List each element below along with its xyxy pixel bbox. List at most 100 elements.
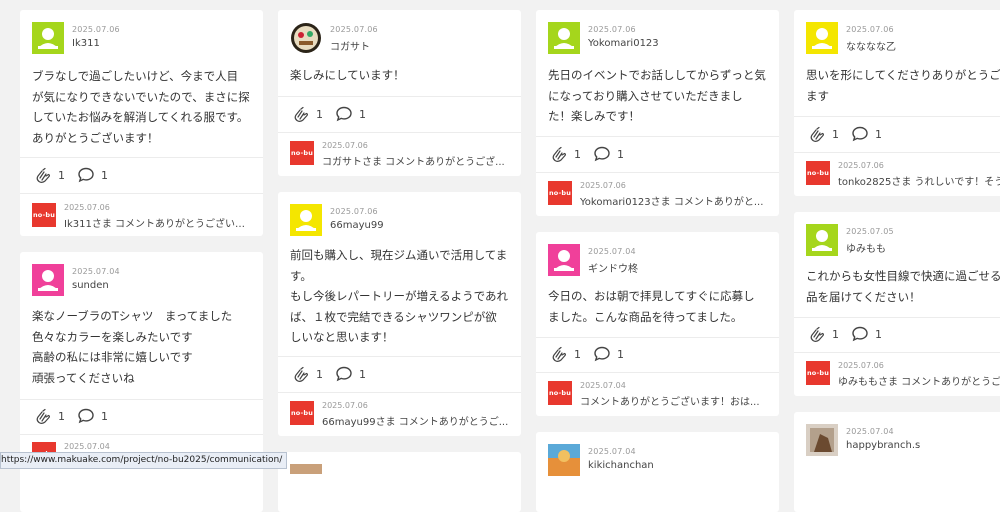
clap-count: 1 <box>832 327 839 341</box>
avatar[interactable] <box>32 264 64 296</box>
user-name[interactable]: sunden <box>72 280 109 291</box>
clap-icon[interactable] <box>292 365 310 383</box>
reply[interactable]: no-bu 2025.07.06 tonko2825さま うれしいです！そう <box>806 161 1000 188</box>
comment-card: 2025.07.04 kikichanchan <box>536 432 779 512</box>
no-bu-logo: no-bu <box>290 401 314 425</box>
clap-count: 1 <box>58 409 65 423</box>
comment-count: 1 <box>617 147 624 161</box>
comment-date: 2025.07.06 <box>588 25 636 34</box>
reply[interactable]: no-bu 2025.07.04 コメントありがとうございます！おは... <box>548 381 767 408</box>
comment-date: 2025.07.04 <box>846 427 894 436</box>
clap-icon[interactable] <box>808 125 826 143</box>
comment-text: 先日のイベントでお話ししてからずっと気 になっており購入させていただきまし た！楽し… <box>548 68 766 123</box>
reply-date: 2025.07.04 <box>64 442 110 451</box>
avatar[interactable] <box>548 444 580 476</box>
user-name[interactable]: コガサト <box>330 38 370 53</box>
user-name[interactable]: ゆみもも <box>846 240 886 255</box>
user-name[interactable]: なななな乙 <box>846 38 896 53</box>
speech-bubble-icon[interactable] <box>335 365 353 383</box>
comment-date: 2025.07.04 <box>588 447 636 456</box>
no-bu-logo: no-bu <box>32 203 56 227</box>
comment-date: 2025.07.06 <box>72 25 120 34</box>
reply[interactable]: no-bu 2025.07.06 Yokomari0123さま コメントありがと… <box>548 181 767 208</box>
avatar[interactable] <box>806 22 838 54</box>
reaction-bar: 1 1 <box>808 124 894 144</box>
speech-bubble-icon[interactable] <box>851 325 869 343</box>
clap-icon[interactable] <box>34 166 52 184</box>
comment-date: 2025.07.06 <box>330 25 378 34</box>
reply-text: コメントありがとうございます！おは... <box>580 397 760 408</box>
reply[interactable]: no-bu 2025.07.06 Ik311さま コメントありがとうございま..… <box>32 203 251 230</box>
comment-text: 思いを形にしてくださりありがとうご ます <box>806 68 1000 103</box>
clap-icon[interactable] <box>292 105 310 123</box>
clap-count: 1 <box>574 347 581 361</box>
speech-bubble-icon[interactable] <box>77 407 95 425</box>
comment-count: 1 <box>101 168 108 182</box>
speech-bubble-icon[interactable] <box>335 105 353 123</box>
reply-text: ゆみももさま コメントありがとうご <box>838 377 1000 388</box>
comment-card <box>278 452 521 512</box>
comment-count: 1 <box>359 107 366 121</box>
comment-card: 2025.07.06 66mayu99 前回も購入し、現在ジム通いで活用してます… <box>278 192 521 436</box>
reaction-bar: 1 1 <box>292 104 378 124</box>
reply-date: 2025.07.06 <box>64 203 110 212</box>
avatar[interactable] <box>548 244 580 276</box>
avatar[interactable] <box>548 22 580 54</box>
comment-card: 2025.07.04 happybranch.s <box>794 412 1000 512</box>
reply-date: 2025.07.04 <box>580 381 626 390</box>
clap-count: 1 <box>316 367 323 381</box>
no-bu-logo: no-bu <box>548 381 572 405</box>
comment-date: 2025.07.04 <box>588 247 636 256</box>
reply-text: コガサトさま コメントありがとうござ... <box>322 157 505 168</box>
comment-card: 2025.07.06 なななな乙 思いを形にしてくださりありがとうご ます 1 1… <box>794 10 1000 196</box>
reply-date: 2025.07.06 <box>838 161 884 170</box>
comment-count: 1 <box>101 409 108 423</box>
reaction-bar: 1 1 <box>292 364 378 384</box>
comment-date: 2025.07.06 <box>846 25 894 34</box>
comment-text: これからも女性目線で快適に過ごせる 品を届けてください！ <box>806 269 1000 304</box>
reply-date: 2025.07.06 <box>838 361 884 370</box>
clap-count: 1 <box>316 107 323 121</box>
user-name[interactable]: Yokomari0123 <box>588 38 659 49</box>
speech-bubble-icon[interactable] <box>593 145 611 163</box>
reply-text: tonko2825さま うれしいです！そう <box>838 177 1000 188</box>
reply[interactable]: no-bu 2025.07.06 コガサトさま コメントありがとうござ... <box>290 141 509 168</box>
avatar[interactable] <box>806 424 838 456</box>
clap-icon[interactable] <box>550 145 568 163</box>
clap-count: 1 <box>58 168 65 182</box>
avatar[interactable] <box>290 22 322 54</box>
speech-bubble-icon[interactable] <box>851 125 869 143</box>
comment-date: 2025.07.06 <box>330 207 378 216</box>
reply[interactable]: no-bu 2025.07.06 66mayu99さま コメントありがとうご..… <box>290 401 509 428</box>
reply-text: 66mayu99さま コメントありがとうご... <box>322 417 509 428</box>
speech-bubble-icon[interactable] <box>593 345 611 363</box>
comment-card: 2025.07.06 Ik311 ブラなしで過ごしたいけど、今まで人目 が気になり… <box>20 10 263 236</box>
no-bu-logo: no-bu <box>548 181 572 205</box>
clap-icon[interactable] <box>808 325 826 343</box>
comment-card: 2025.07.05 ゆみもも これからも女性目線で快適に過ごせる 品を届けてくだ… <box>794 212 1000 396</box>
clap-icon[interactable] <box>550 345 568 363</box>
comment-card: 2025.07.06 コガサト 楽しみにしています！ 1 1 no-bu 202… <box>278 10 521 176</box>
reply[interactable]: no-bu 2025.07.06 ゆみももさま コメントありがとうご <box>806 361 1000 388</box>
reply-date: 2025.07.06 <box>322 401 368 410</box>
user-name[interactable]: kikichanchan <box>588 460 654 471</box>
clap-icon[interactable] <box>34 407 52 425</box>
comment-card: 2025.07.06 Yokomari0123 先日のイベントでお話ししてからず… <box>536 10 779 216</box>
user-name[interactable]: 66mayu99 <box>330 220 384 231</box>
comment-text: 前回も購入し、現在ジム通いで活用してま す。 もし今後レパートリーが増えるようであれ… <box>290 248 509 344</box>
reply-text: Ik311さま コメントありがとうございま... <box>64 219 251 230</box>
avatar[interactable] <box>32 22 64 54</box>
comment-count: 1 <box>875 327 882 341</box>
reply-date: 2025.07.06 <box>580 181 626 190</box>
reaction-bar: 1 1 <box>34 406 120 426</box>
comment-card: 2025.07.04 sunden 楽なノーブラのTシャツ まってました 色々なカ… <box>20 252 263 512</box>
no-bu-logo: no-bu <box>806 361 830 385</box>
speech-bubble-icon[interactable] <box>77 166 95 184</box>
reply-text: Yokomari0123さま コメントありがと... <box>580 197 764 208</box>
user-name[interactable]: ギンドウ柊 <box>588 260 638 275</box>
user-name[interactable]: happybranch.s <box>846 440 920 451</box>
user-name[interactable]: Ik311 <box>72 38 100 49</box>
avatar[interactable] <box>806 224 838 256</box>
avatar[interactable] <box>290 204 322 236</box>
comment-count: 1 <box>359 367 366 381</box>
